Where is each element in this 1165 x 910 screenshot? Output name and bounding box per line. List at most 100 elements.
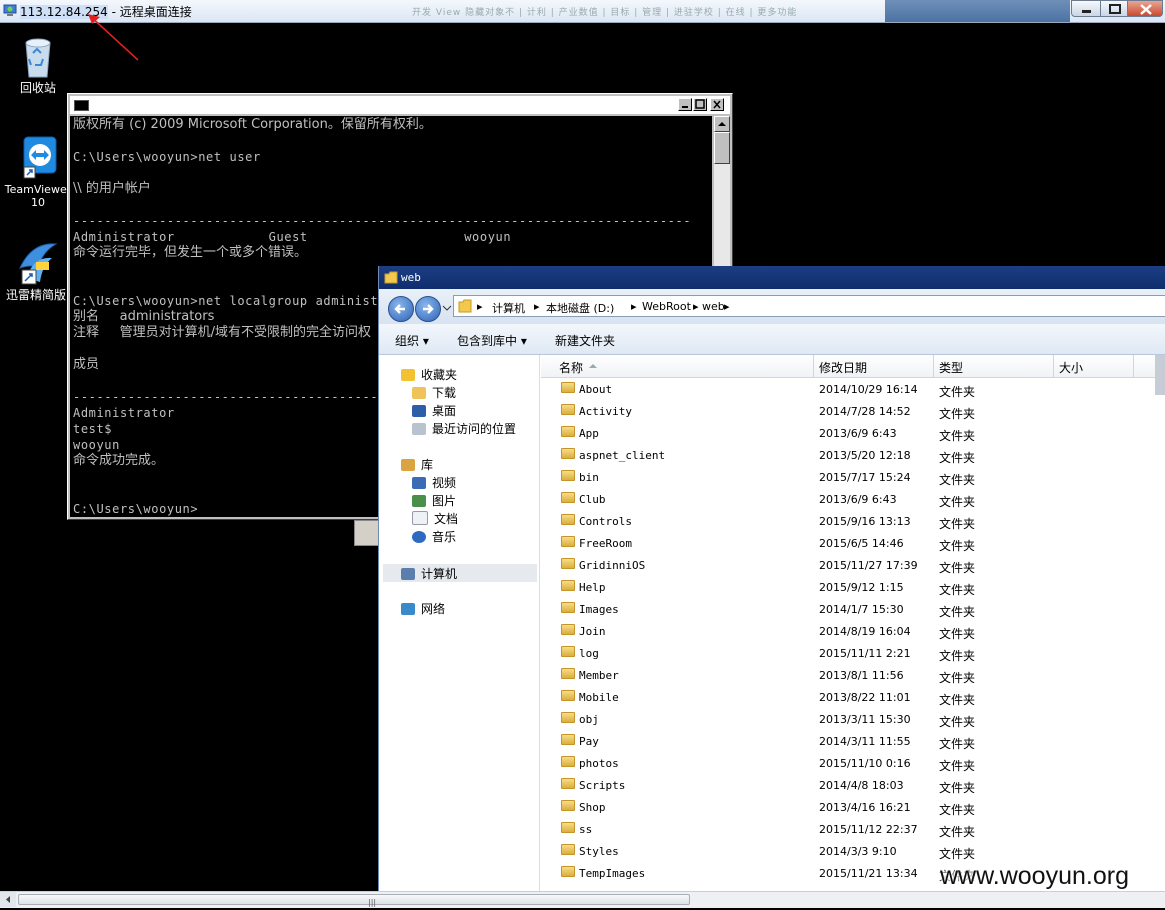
nav-videos[interactable]: 视频 — [412, 474, 456, 491]
column-divider[interactable] — [933, 355, 934, 377]
file-row[interactable]: Images 2014/1/7 15:30 文件夹 — [541, 598, 1165, 620]
file-row[interactable]: photos 2015/11/10 0:16 文件夹 — [541, 752, 1165, 774]
file-row[interactable]: About 2014/10/29 16:14 文件夹 — [541, 378, 1165, 400]
explorer-title-bar[interactable]: web — [379, 266, 1165, 289]
scroll-up-button[interactable] — [714, 116, 730, 132]
rdp-scroll-thumb[interactable]: ||| — [18, 894, 690, 907]
cmd-icon — [74, 100, 89, 111]
folder-icon — [561, 646, 575, 657]
breadcrumb-sep-icon[interactable]: ▸ — [477, 300, 483, 313]
file-modified: 2013/3/11 15:30 — [819, 713, 911, 726]
file-row[interactable]: Mobile 2013/8/22 11:01 文件夹 — [541, 686, 1165, 708]
folder-icon — [561, 822, 575, 833]
file-row[interactable]: FreeRoom 2015/6/5 14:46 文件夹 — [541, 532, 1165, 554]
nav-libraries[interactable]: 库 — [401, 456, 433, 473]
file-name: Controls — [579, 515, 632, 528]
column-divider[interactable] — [1133, 355, 1134, 377]
history-dropdown-icon[interactable] — [442, 303, 452, 313]
file-row[interactable]: Styles 2014/3/3 9:10 文件夹 — [541, 840, 1165, 862]
nav-label: 库 — [421, 458, 434, 472]
column-divider[interactable] — [813, 355, 814, 377]
explorer-window[interactable]: web ▸ 计算机 ▸ 本地磁盘 (D:) ▸ WebRoot ▸ web ▸ … — [378, 266, 1165, 907]
folder-icon — [561, 690, 575, 701]
nav-recent[interactable]: 最近访问的位置 — [412, 420, 516, 437]
breadcrumb-webroot[interactable]: WebRoot — [642, 300, 691, 313]
include-in-library-button[interactable]: 包含到库中 ▾ — [457, 332, 527, 349]
close-button[interactable] — [1127, 0, 1163, 17]
file-row[interactable]: GridinniOS 2015/11/27 17:39 文件夹 — [541, 554, 1165, 576]
rdp-title-bar[interactable]: 113.12.84.254 - 远程桌面连接 开发 View 隐藏对象不 | 计… — [0, 0, 1165, 23]
file-row[interactable]: App 2013/6/9 6:43 文件夹 — [541, 422, 1165, 444]
desktop-icon-teamviewer[interactable]: TeamViewer 10 — [4, 135, 72, 209]
new-folder-button[interactable]: 新建文件夹 — [555, 332, 615, 349]
nav-favorites[interactable]: 收藏夹 — [401, 366, 457, 383]
breadcrumb[interactable]: ▸ 计算机 ▸ 本地磁盘 (D:) ▸ WebRoot ▸ web ▸ — [453, 295, 1165, 317]
nav-downloads[interactable]: 下载 — [412, 384, 456, 401]
column-size[interactable]: 大小 — [1059, 359, 1083, 376]
back-button[interactable] — [388, 296, 414, 322]
cmd-title-bar[interactable] — [70, 96, 730, 114]
folder-icon — [458, 299, 472, 313]
column-divider[interactable] — [1053, 355, 1054, 377]
file-row[interactable]: Join 2014/8/19 16:04 文件夹 — [541, 620, 1165, 642]
breadcrumb-web[interactable]: web — [702, 300, 725, 313]
breadcrumb-computer[interactable]: 计算机 — [492, 300, 525, 316]
folder-icon — [384, 271, 398, 284]
file-row[interactable]: Scripts 2014/4/8 18:03 文件夹 — [541, 774, 1165, 796]
xunlei-icon — [19, 243, 58, 285]
explorer-address-bar: ▸ 计算机 ▸ 本地磁盘 (D:) ▸ WebRoot ▸ web ▸ — [379, 289, 1165, 324]
minimize-button[interactable] — [1071, 0, 1101, 17]
nav-computer[interactable]: 计算机 — [401, 565, 457, 582]
breadcrumb-sep-icon[interactable]: ▸ — [693, 300, 699, 313]
desktop-icon-recycle-bin[interactable]: 回收站 — [4, 35, 72, 95]
file-row[interactable]: Member 2013/8/1 11:56 文件夹 — [541, 664, 1165, 686]
explorer-scrollbar[interactable] — [1155, 355, 1165, 395]
cmd-close-button[interactable] — [710, 98, 724, 111]
desktop-icon-xunlei[interactable]: 迅雷精简版 — [2, 238, 70, 302]
nav-label: 桌面 — [432, 404, 457, 418]
nav-network[interactable]: 网络 — [401, 600, 445, 617]
breadcrumb-sep-icon[interactable]: ▸ — [534, 300, 540, 313]
rdp-horizontal-scrollbar[interactable]: ||| — [0, 891, 1165, 908]
file-name: App — [579, 427, 599, 440]
file-name: FreeRoom — [579, 537, 632, 550]
column-modified[interactable]: 修改日期 — [819, 359, 867, 376]
file-row[interactable]: bin 2015/7/17 15:24 文件夹 — [541, 466, 1165, 488]
network-icon — [401, 603, 415, 615]
scroll-left-button[interactable] — [0, 892, 16, 907]
file-row[interactable]: ss 2015/11/12 22:37 文件夹 — [541, 818, 1165, 840]
file-row[interactable]: Activity 2014/7/28 14:52 文件夹 — [541, 400, 1165, 422]
nav-music[interactable]: 音乐 — [412, 528, 456, 545]
file-type: 文件夹 — [939, 451, 976, 465]
cmd-minimize-button[interactable] — [678, 98, 692, 111]
desktop-icon-label: 回收站 — [19, 81, 56, 95]
file-row[interactable]: aspnet_client 2013/5/20 12:18 文件夹 — [541, 444, 1165, 466]
nav-documents[interactable]: 文档 — [412, 510, 458, 527]
file-row[interactable]: Club 2013/6/9 6:43 文件夹 — [541, 488, 1165, 510]
file-row[interactable]: log 2015/11/11 2:21 文件夹 — [541, 642, 1165, 664]
file-type: 文件夹 — [939, 781, 976, 795]
desktop-icon-label: 迅雷精简版 — [5, 288, 66, 302]
cmd-scroll-thumb[interactable] — [714, 132, 730, 164]
file-row[interactable]: Controls 2015/9/16 13:13 文件夹 — [541, 510, 1165, 532]
breadcrumb-sep-icon[interactable]: ▸ — [724, 300, 730, 313]
file-row[interactable]: Shop 2013/4/16 16:21 文件夹 — [541, 796, 1165, 818]
restore-button[interactable] — [1100, 0, 1128, 17]
nav-desktop[interactable]: 桌面 — [412, 402, 456, 419]
nav-pictures[interactable]: 图片 — [412, 492, 456, 509]
file-row[interactable]: Help 2015/9/12 1:15 文件夹 — [541, 576, 1165, 598]
breadcrumb-sep-icon[interactable]: ▸ — [631, 300, 637, 313]
file-modified: 2014/1/7 15:30 — [819, 603, 904, 616]
organize-button[interactable]: 组织 ▾ — [395, 332, 429, 349]
file-type: 文件夹 — [939, 803, 976, 817]
column-name[interactable]: 名称 — [559, 359, 583, 376]
file-row[interactable]: obj 2013/3/11 15:30 文件夹 — [541, 708, 1165, 730]
column-type[interactable]: 类型 — [939, 359, 963, 376]
folder-icon — [561, 492, 575, 503]
cmd-maximize-button[interactable] — [693, 98, 707, 111]
file-name: Join — [579, 625, 606, 638]
file-list[interactable]: 名称 修改日期 类型 大小 About 2014/10/29 16:14 文件夹 Ac… — [541, 355, 1165, 907]
forward-button[interactable] — [415, 296, 441, 322]
file-row[interactable]: Pay 2014/3/11 11:55 文件夹 — [541, 730, 1165, 752]
breadcrumb-drive[interactable]: 本地磁盘 (D:) — [546, 300, 614, 316]
